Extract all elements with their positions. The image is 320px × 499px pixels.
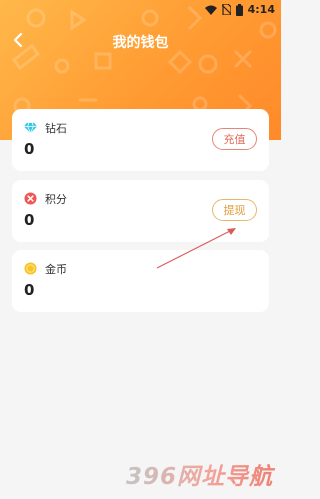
status-bar: 4:14 bbox=[0, 0, 281, 20]
diamond-label: 钻石 bbox=[45, 122, 67, 135]
coin-card: 金币 0 bbox=[12, 250, 269, 312]
points-icon bbox=[24, 192, 37, 205]
coin-icon bbox=[24, 262, 37, 275]
diamond-icon bbox=[24, 122, 37, 134]
points-value: 0 bbox=[24, 211, 35, 229]
diamond-value: 0 bbox=[24, 140, 35, 158]
battery-icon bbox=[235, 3, 243, 16]
wifi-icon bbox=[204, 5, 217, 15]
diamond-card: 钻石 0 充值 bbox=[12, 109, 269, 171]
coin-value: 0 bbox=[24, 281, 35, 299]
points-label: 积分 bbox=[45, 193, 67, 206]
recharge-button[interactable]: 充值 bbox=[212, 128, 257, 150]
coin-label: 金币 bbox=[45, 263, 67, 276]
withdraw-button[interactable]: 提现 bbox=[212, 199, 257, 221]
watermark-logo: 396网址导航 bbox=[126, 458, 276, 490]
points-card: 积分 0 提现 bbox=[12, 180, 269, 242]
no-sim-icon bbox=[221, 4, 231, 15]
status-time: 4:14 bbox=[247, 3, 275, 16]
status-icons: 4:14 bbox=[204, 3, 275, 16]
page-title: 我的钱包 bbox=[112, 35, 169, 51]
